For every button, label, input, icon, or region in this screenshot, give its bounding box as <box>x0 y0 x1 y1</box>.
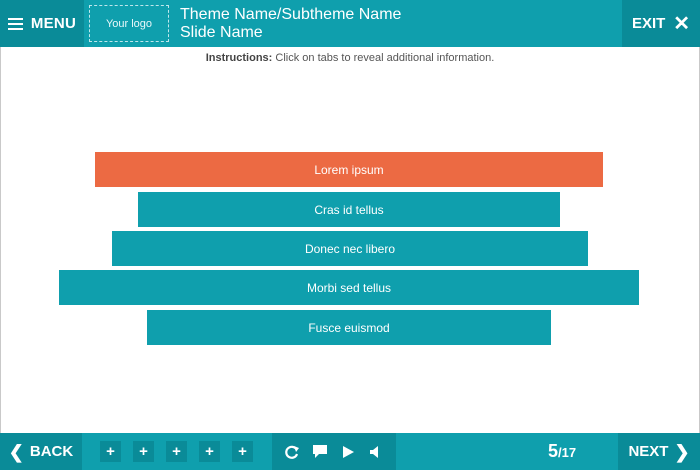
exit-label: EXIT <box>631 15 666 32</box>
comment-icon[interactable] <box>310 442 330 462</box>
exit-button[interactable]: EXIT ✕ <box>622 0 700 47</box>
current-page: 5 <box>548 441 559 461</box>
tab-donec-nec-libero[interactable]: Donec nec libero <box>112 231 588 266</box>
plus-button-3[interactable]: + <box>166 441 187 462</box>
tab-cras-id-tellus[interactable]: Cras id tellus <box>138 192 560 227</box>
plus-button-5[interactable]: + <box>232 441 253 462</box>
tab-morbi-sed-tellus[interactable]: Morbi sed tellus <box>59 270 639 305</box>
plus-button-group: + + + + + <box>100 441 253 462</box>
back-label: BACK <box>29 443 74 460</box>
page-counter: 5/17 <box>548 441 576 462</box>
media-controls <box>272 433 396 470</box>
tab-fusce-euismod[interactable]: Fusce euismod <box>147 310 551 345</box>
close-icon: ✕ <box>673 12 691 35</box>
chevron-right-icon: ❯ <box>674 441 690 462</box>
back-button[interactable]: ❮ BACK <box>0 433 82 470</box>
next-button[interactable]: NEXT ❯ <box>618 433 700 470</box>
plus-button-4[interactable]: + <box>199 441 220 462</box>
replay-icon[interactable] <box>282 442 302 462</box>
chevron-left-icon: ❮ <box>8 441 24 462</box>
title-block: Theme Name/Subtheme Name Slide Name <box>180 6 401 42</box>
plus-button-2[interactable]: + <box>133 441 154 462</box>
logo-placeholder: Your logo <box>89 5 169 42</box>
tab-lorem-ipsum[interactable]: Lorem ipsum <box>95 152 603 187</box>
hamburger-icon <box>7 17 23 30</box>
menu-button[interactable]: MENU <box>0 0 84 47</box>
menu-label: MENU <box>30 15 77 32</box>
slide-title: Slide Name <box>180 24 263 41</box>
total-pages: /17 <box>558 445 577 460</box>
play-icon[interactable] <box>338 442 358 462</box>
footer-bar: ❮ BACK + + + + + 5/17 NEXT ❯ <box>0 433 700 470</box>
instructions-label: Instructions: <box>205 52 273 64</box>
instructions: Instructions: Click on tabs to reveal ad… <box>0 52 700 64</box>
theme-title: Theme Name/Subtheme Name <box>180 6 402 23</box>
next-label: NEXT <box>628 443 669 460</box>
speaker-icon[interactable] <box>366 442 386 462</box>
plus-button-1[interactable]: + <box>100 441 121 462</box>
instructions-text: Click on tabs to reveal additional infor… <box>272 52 495 64</box>
header-bar: MENU Your logo Theme Name/Subtheme Name … <box>0 0 700 47</box>
